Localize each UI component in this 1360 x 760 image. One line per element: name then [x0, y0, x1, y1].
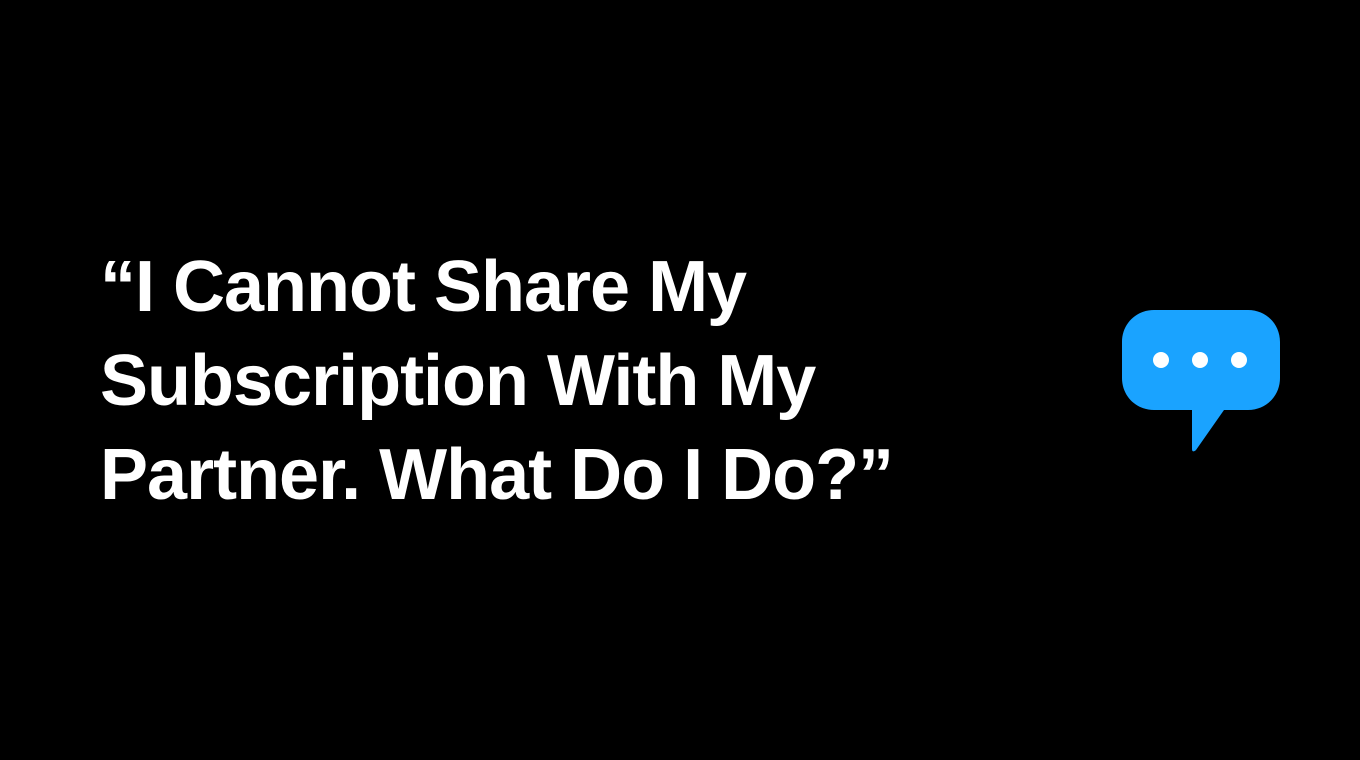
headline-line-1: “I Cannot Share My	[100, 247, 747, 327]
chat-bubble-icon	[1120, 308, 1282, 454]
ellipsis-dot-3	[1231, 352, 1247, 368]
ellipsis-dot-2	[1192, 352, 1208, 368]
chat-bubble-shape	[1122, 310, 1280, 452]
slide: “I Cannot Share My Subscription With My …	[0, 0, 1360, 760]
headline-line-3: Partner. What Do I Do?”	[100, 435, 894, 515]
headline-line-2: Subscription With My	[100, 341, 816, 421]
ellipsis-dot-1	[1153, 352, 1169, 368]
headline: “I Cannot Share My Subscription With My …	[100, 240, 1000, 522]
